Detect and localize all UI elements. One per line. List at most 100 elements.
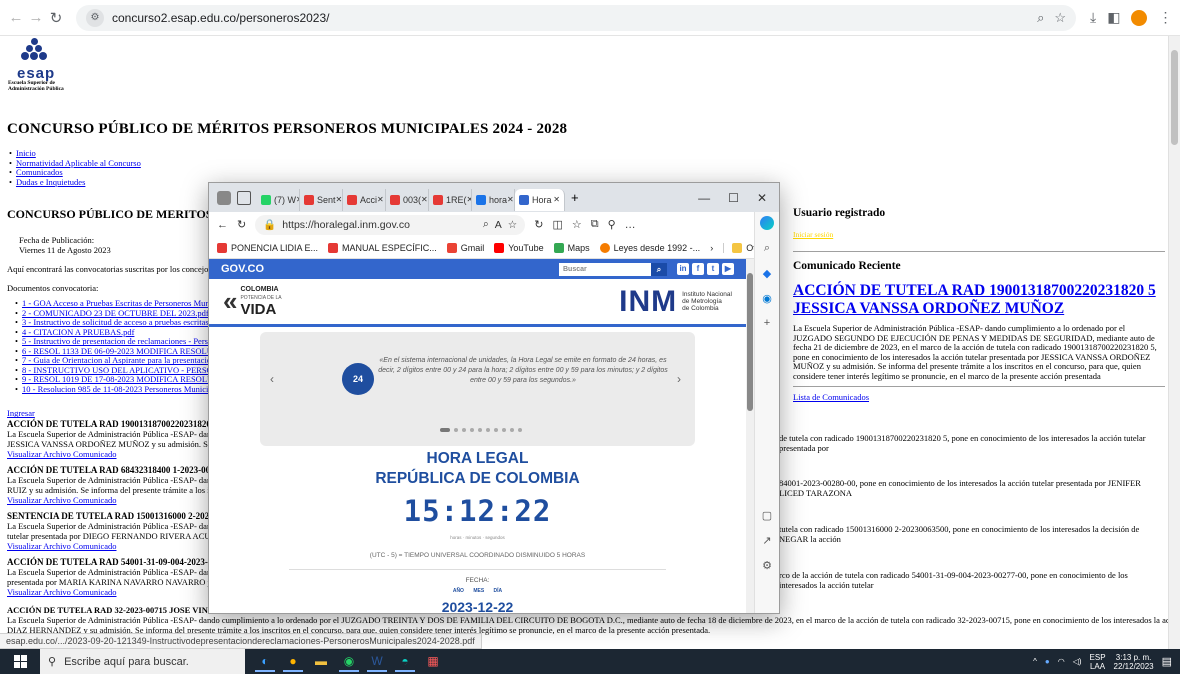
recent-comunicado-link[interactable]: ACCIÓN DE TUTELA RAD 1900131870022023182…: [793, 282, 1156, 317]
login-link[interactable]: Iniciar sesión: [793, 230, 833, 239]
document-link[interactable]: 8 - INSTRUCTIVO USO DEL APLICATIVO - PER…: [22, 365, 235, 375]
visualizar-link[interactable]: Visualizar Archivo Comunicado: [7, 495, 117, 505]
nav-link-normatividad[interactable]: Normatividad Aplicable al Concurso: [16, 158, 141, 168]
network-icon[interactable]: ●: [1045, 657, 1050, 666]
visualizar-link[interactable]: Visualizar Archivo Comunicado: [7, 587, 117, 597]
favorite-item[interactable]: Leyes desde 1992 -...: [599, 242, 700, 253]
edge-tab[interactable]: hora ✕: [472, 188, 515, 211]
word-icon[interactable]: W: [367, 652, 387, 672]
download-icon[interactable]: ⤓: [1090, 9, 1096, 26]
task-view-icon[interactable]: ◐: [255, 652, 275, 672]
document-link[interactable]: 6 - RESOL 1133 DE 06-09-2023 MODIFICA RE…: [22, 346, 234, 356]
sidebar-layout-icon[interactable]: ▢: [762, 509, 772, 522]
collections-icon[interactable]: ⧉: [591, 218, 599, 231]
minimize-icon[interactable]: —: [698, 191, 710, 205]
notifications-icon[interactable]: ▤: [1162, 655, 1172, 668]
edge-window[interactable]: (7) W✕ Sent✕ Acci✕ 003(✕ 1RE(✕ hora✕ Hor…: [208, 182, 780, 614]
colombia-logo[interactable]: « COLOMBIA POTENCIA DE LA VIDA: [223, 286, 282, 317]
extensions-icon[interactable]: ⚲: [608, 218, 616, 231]
document-link[interactable]: 3 - Instructivo de solicitud de acceso a…: [22, 317, 235, 328]
document-link[interactable]: 10 - Resolucion 985 de 11-08-2023 Person…: [22, 384, 232, 394]
nav-link-comunicados[interactable]: Comunicados: [16, 167, 63, 177]
language-indicator[interactable]: ESP LAA: [1090, 653, 1106, 671]
profile-icon[interactable]: [217, 190, 231, 205]
close-icon[interactable]: ✕: [377, 195, 384, 204]
edge-tab[interactable]: 1RE(✕: [429, 188, 472, 211]
favorite-item[interactable]: YouTube: [494, 242, 544, 253]
shopping-icon[interactable]: ◆: [763, 267, 771, 280]
zoom-icon[interactable]: ⌕: [1037, 10, 1044, 26]
page-scrollbar[interactable]: [1168, 36, 1180, 649]
document-link[interactable]: 5 - Instructivo de presentacion de recla…: [22, 336, 231, 347]
wifi-icon[interactable]: ◠: [1058, 657, 1065, 666]
chevron-right-icon[interactable]: ›: [710, 243, 713, 253]
youtube-icon[interactable]: ▶: [722, 263, 734, 275]
lock-icon[interactable]: 🔒: [263, 218, 276, 231]
inm-logo[interactable]: INM Instituto Nacional de Metrología de …: [619, 285, 732, 319]
twitter-icon[interactable]: t: [707, 263, 719, 275]
profile-avatar[interactable]: [1131, 9, 1148, 26]
scrollbar-thumb[interactable]: [747, 273, 753, 411]
side-panel-icon[interactable]: ◧: [1107, 9, 1120, 26]
refresh-icon[interactable]: ↻: [534, 218, 543, 231]
outlook-icon[interactable]: ◉: [762, 292, 772, 305]
favorite-item[interactable]: PONENCIA LIDIA E...: [217, 242, 318, 253]
search-icon[interactable]: ⌕: [764, 242, 770, 255]
edge-tab[interactable]: (7) W✕: [257, 188, 300, 211]
store-icon[interactable]: ▦: [423, 652, 443, 672]
address-text[interactable]: concurso2.esap.edu.co/personeros2023/: [112, 11, 329, 25]
chevron-up-icon[interactable]: ^: [1033, 657, 1037, 666]
favorites-icon[interactable]: ☆: [572, 218, 582, 231]
linkedin-icon[interactable]: in: [677, 263, 689, 275]
volume-icon[interactable]: ◁): [1073, 657, 1082, 666]
close-icon[interactable]: ✕: [421, 195, 428, 204]
search-icon[interactable]: ⌕: [651, 262, 667, 276]
more-icon[interactable]: …: [625, 219, 636, 231]
whatsapp-icon[interactable]: ◉: [339, 652, 359, 672]
file-explorer-icon[interactable]: ▬: [311, 652, 331, 672]
menu-icon[interactable]: ⋮: [1158, 9, 1172, 26]
gov-search-input[interactable]: Buscar: [559, 262, 651, 276]
back-icon[interactable]: ←: [217, 219, 228, 231]
visualizar-link[interactable]: Visualizar Archivo Comunicado: [7, 541, 117, 551]
edge-tab[interactable]: Sent ✕: [300, 188, 343, 211]
facebook-icon[interactable]: f: [692, 263, 704, 275]
document-link[interactable]: 7 - Guia de Orientacion al Aspirante par…: [22, 355, 232, 366]
close-icon[interactable]: ✕: [507, 195, 514, 204]
add-icon[interactable]: +: [764, 317, 770, 329]
document-link[interactable]: 2 - COMUNICADO 23 DE OCTUBRE DEL 2023.pd…: [22, 308, 209, 318]
close-window-icon[interactable]: ✕: [757, 191, 767, 205]
carousel-dots[interactable]: [440, 428, 522, 432]
favorite-item[interactable]: Maps: [553, 242, 590, 253]
ingresar-link[interactable]: Ingresar: [7, 408, 35, 418]
edge-tab[interactable]: Acci ✕: [343, 188, 386, 211]
address-bar[interactable]: ⚙ concurso2.esap.edu.co/personeros2023/ …: [76, 4, 1076, 31]
clock[interactable]: 3:13 p. m. 22/12/2023: [1114, 653, 1154, 671]
reload-icon[interactable]: ↻: [237, 218, 246, 231]
reload-icon[interactable]: ↻: [46, 9, 66, 27]
copilot-icon[interactable]: [760, 216, 774, 230]
split-screen-icon[interactable]: ◫: [552, 218, 562, 231]
maximize-icon[interactable]: ☐: [728, 191, 739, 205]
scrollbar-thumb[interactable]: [1171, 50, 1178, 145]
esap-logo[interactable]: esap Escuela Superior de Administración …: [7, 38, 67, 92]
lista-comunicados-link[interactable]: Lista de Comunicados: [793, 392, 869, 402]
document-link[interactable]: 1 - GOA Acceso a Pruebas Escritas de Per…: [22, 298, 232, 309]
tab-actions-icon[interactable]: [237, 190, 251, 205]
chrome-icon[interactable]: ●: [283, 652, 303, 672]
site-info-icon[interactable]: ⚙: [86, 8, 104, 27]
read-aloud-icon[interactable]: A: [495, 219, 502, 231]
favorite-item[interactable]: MANUAL ESPECÍFIC...: [328, 242, 437, 253]
edge-scrollbar[interactable]: [746, 259, 754, 613]
taskbar-search[interactable]: ⚲ Escribe aquí para buscar.: [40, 649, 245, 674]
new-tab-icon[interactable]: +: [571, 190, 579, 205]
document-link[interactable]: 4 - CITACION A PRUEBAS.pdf: [22, 327, 134, 337]
carousel-prev-icon[interactable]: ‹: [270, 372, 274, 386]
back-icon[interactable]: ←: [6, 9, 26, 26]
gov-logo[interactable]: GOV.CO: [221, 263, 264, 275]
start-button[interactable]: [0, 655, 40, 668]
favorite-star-icon[interactable]: ☆: [508, 219, 517, 231]
settings-icon[interactable]: ⚙: [762, 559, 772, 572]
edge-tab[interactable]: 003(✕: [386, 188, 429, 211]
forward-icon[interactable]: →: [26, 9, 46, 26]
